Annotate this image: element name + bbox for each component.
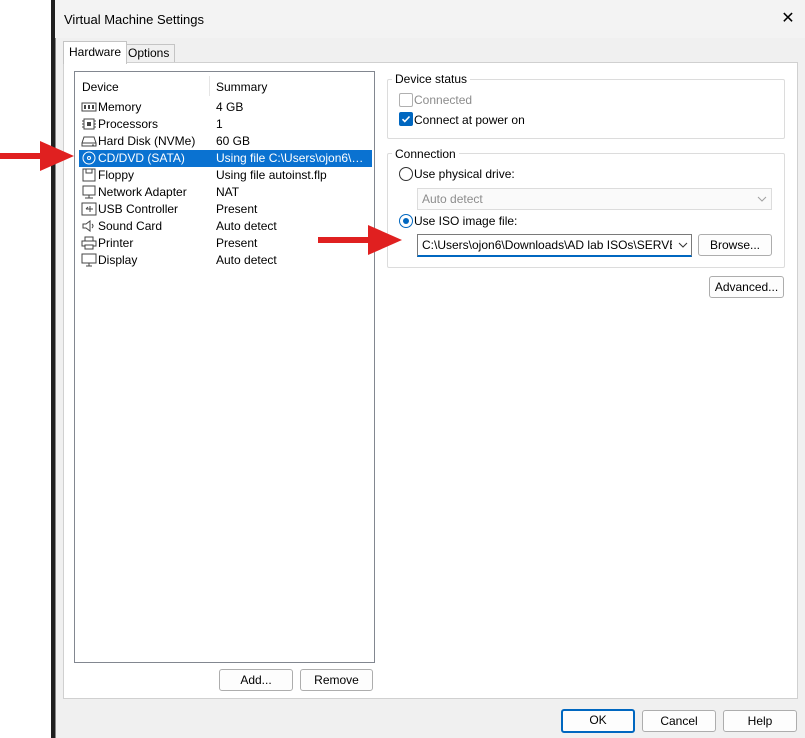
device-name: Memory	[98, 100, 142, 114]
device-row-floppy[interactable]: Floppy Using file autoinst.flp	[79, 167, 372, 184]
device-name: Sound Card	[98, 219, 163, 233]
device-name: Hard Disk (NVMe)	[98, 134, 196, 148]
close-icon[interactable]: ✕	[778, 9, 798, 29]
window-title: Virtual Machine Settings	[64, 12, 204, 27]
background-left	[0, 0, 51, 738]
device-summary: 4 GB	[216, 100, 244, 114]
usb-icon	[81, 202, 97, 216]
device-summary: Using file autoinst.flp	[216, 168, 327, 182]
chevron-down-icon	[757, 196, 767, 202]
device-name: Floppy	[98, 168, 135, 182]
remove-device-button[interactable]: Remove	[300, 669, 373, 691]
device-status-title: Device status	[392, 72, 471, 86]
checkmark-icon	[401, 115, 411, 123]
connection-title: Connection	[392, 147, 459, 161]
device-row-hard-disk[interactable]: Hard Disk (NVMe) 60 GB	[79, 133, 372, 150]
browse-button[interactable]: Browse...	[698, 234, 772, 256]
memory-icon	[81, 102, 97, 112]
device-list[interactable]: Device Summary Memory 4 GB Processors 1 …	[74, 71, 375, 663]
device-summary: Using file C:\Users\ojon6\Do...	[216, 151, 370, 165]
use-physical-drive-radio[interactable]	[399, 167, 413, 181]
device-status-group	[387, 79, 785, 139]
device-summary: 60 GB	[216, 134, 251, 148]
ok-button[interactable]: OK	[561, 709, 635, 733]
use-iso-image-label: Use ISO image file:	[414, 214, 518, 228]
add-device-button[interactable]: Add...	[219, 669, 293, 691]
chevron-down-icon	[678, 242, 688, 248]
iso-path-value: C:\Users\ojon6\Downloads\AD lab ISOs\SER…	[422, 238, 672, 252]
connected-checkbox[interactable]	[399, 93, 413, 107]
device-row-memory[interactable]: Memory 4 GB	[79, 99, 372, 116]
iso-path-combobox[interactable]: C:\Users\ojon6\Downloads\AD lab ISOs\SER…	[417, 234, 692, 257]
device-summary: Present	[216, 202, 258, 216]
connect-at-power-on-checkbox[interactable]	[399, 112, 413, 126]
device-summary: Auto detect	[216, 253, 277, 267]
device-summary: 1	[216, 117, 223, 131]
physical-drive-value: Auto detect	[422, 192, 483, 206]
device-name: Processors	[98, 117, 159, 131]
device-name: USB Controller	[98, 202, 179, 216]
device-name: Network Adapter	[98, 185, 187, 199]
cancel-button[interactable]: Cancel	[642, 710, 716, 732]
connected-label: Connected	[414, 93, 473, 107]
device-name: CD/DVD (SATA)	[98, 151, 185, 165]
device-row-usb-controller[interactable]: USB Controller Present	[79, 201, 372, 218]
printer-icon	[81, 236, 97, 250]
device-row-cd-dvd[interactable]: CD/DVD (SATA) Using file C:\Users\ojon6\…	[79, 150, 372, 167]
physical-drive-select[interactable]: Auto detect	[417, 188, 772, 210]
advanced-button[interactable]: Advanced...	[709, 276, 784, 298]
display-icon	[81, 253, 97, 267]
column-header-summary[interactable]: Summary	[216, 80, 267, 94]
tab-hardware[interactable]: Hardware	[63, 41, 128, 64]
device-name: Printer	[98, 236, 134, 250]
network-adapter-icon	[82, 185, 96, 199]
tab-options[interactable]: Options	[122, 44, 176, 63]
speaker-icon	[82, 220, 94, 232]
floppy-icon	[82, 168, 96, 182]
annotation-arrow-icon	[0, 141, 74, 171]
device-summary: NAT	[216, 185, 240, 199]
hard-disk-icon	[81, 136, 97, 147]
column-header-device[interactable]: Device	[82, 80, 119, 94]
processor-icon	[82, 118, 96, 130]
column-separator[interactable]	[209, 76, 210, 96]
connect-at-power-on-label: Connect at power on	[414, 113, 525, 127]
cd-dvd-icon	[82, 151, 96, 165]
device-name: Display	[98, 253, 138, 267]
help-button[interactable]: Help	[723, 710, 797, 732]
annotation-arrow-icon	[318, 225, 402, 255]
device-row-network-adapter[interactable]: Network Adapter NAT	[79, 184, 372, 201]
use-physical-drive-label: Use physical drive:	[414, 167, 515, 181]
device-row-processors[interactable]: Processors 1	[79, 116, 372, 133]
